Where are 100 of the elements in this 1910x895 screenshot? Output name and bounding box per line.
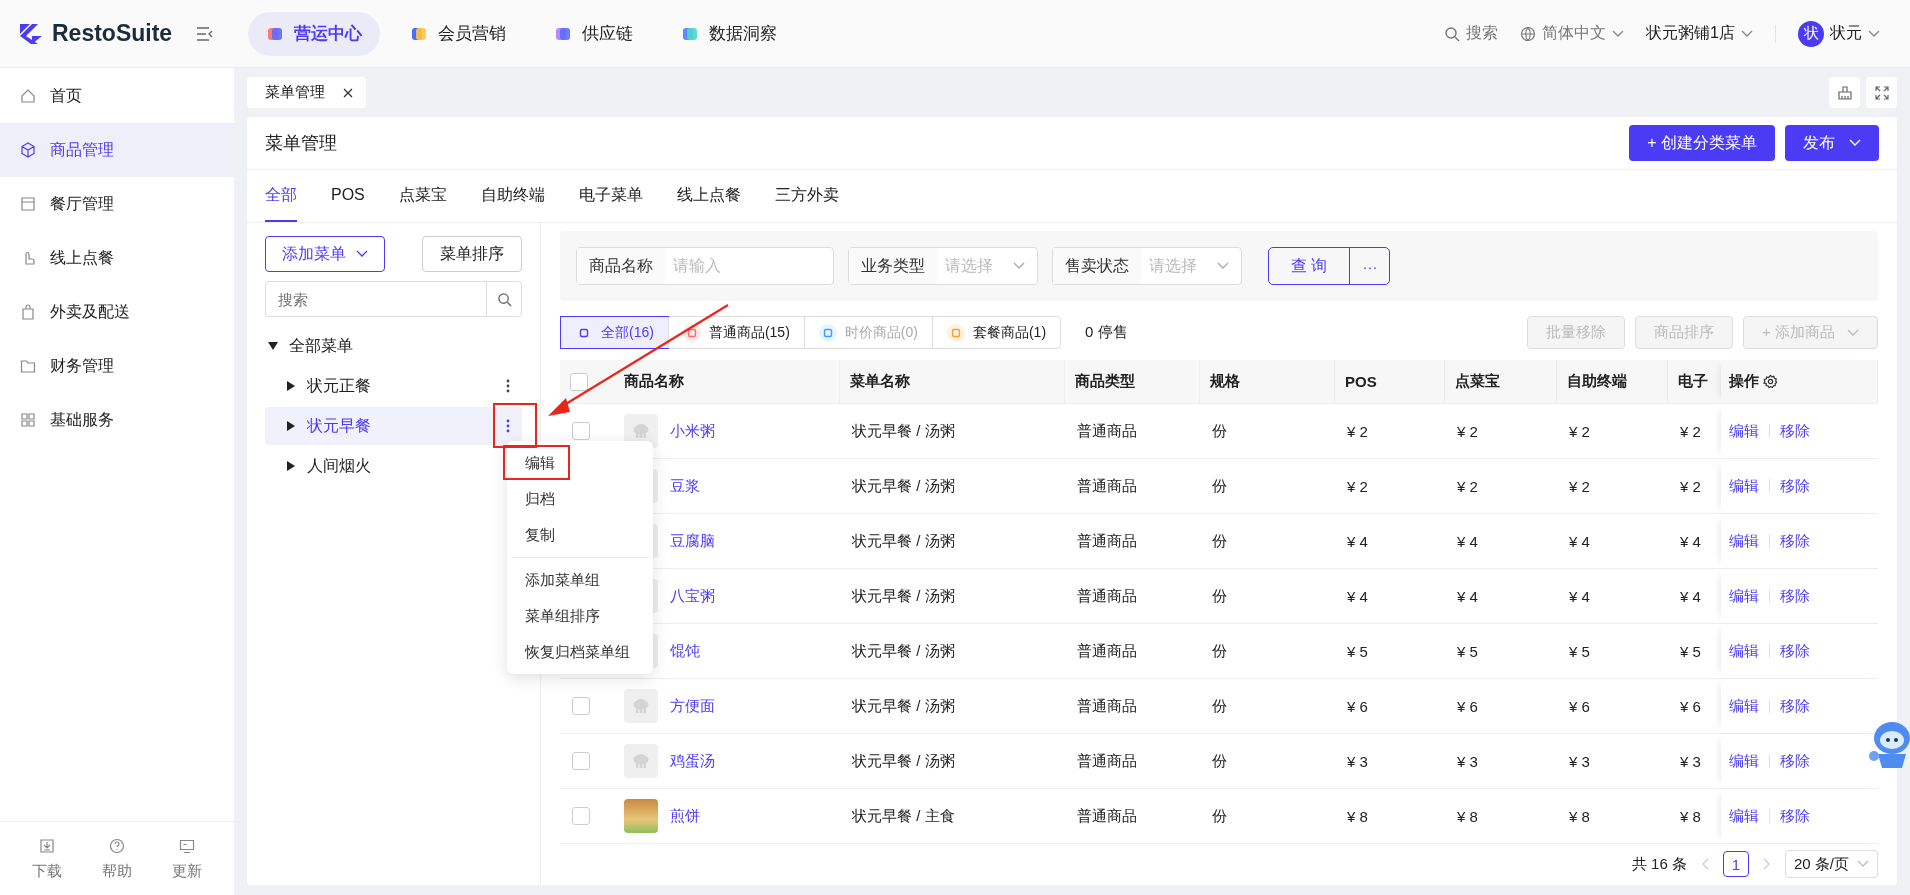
context-menu-item[interactable]: 菜单组排序: [507, 598, 653, 634]
table-cell: ¥ 5: [1680, 642, 1701, 660]
table-cell: ¥ 2: [1457, 422, 1478, 440]
row-checkbox[interactable]: [572, 752, 590, 770]
tree-item[interactable]: 全部菜单: [289, 335, 353, 357]
caret-icon[interactable]: [268, 342, 278, 350]
channel-tab[interactable]: 三方外卖: [774, 170, 839, 222]
product-name-link[interactable]: 小米粥: [670, 421, 715, 441]
row-action-link[interactable]: 编辑: [1729, 641, 1759, 661]
channel-tab[interactable]: 电子菜单: [578, 170, 643, 222]
context-menu-item[interactable]: 恢复归档菜单组: [507, 634, 653, 670]
product-name-link[interactable]: 八宝粥: [670, 586, 715, 606]
fullscreen-icon: [1874, 85, 1889, 100]
create-category-menu-button[interactable]: + 创建分类菜单: [1629, 125, 1775, 161]
user-menu[interactable]: 状元: [1830, 23, 1880, 44]
top-nav-tab[interactable]: 会员营销: [392, 11, 524, 56]
channel-tab[interactable]: 自助终端: [480, 170, 545, 222]
settings-icon[interactable]: [1763, 374, 1778, 389]
table-cell: ¥ 3: [1347, 752, 1368, 770]
sidebar-item[interactable]: 外卖及配送: [0, 285, 234, 339]
row-action-link[interactable]: 移除: [1780, 806, 1810, 826]
more-filters-button[interactable]: ···: [1350, 248, 1390, 284]
sidebar-item[interactable]: 餐厅管理: [0, 177, 234, 231]
caret-icon[interactable]: [287, 421, 295, 431]
type-segment[interactable]: 全部(16): [561, 317, 668, 348]
top-nav-tab[interactable]: 供应链: [536, 11, 651, 56]
row-checkbox[interactable]: [572, 697, 590, 715]
row-action-link[interactable]: 移除: [1780, 696, 1810, 716]
product-name-link[interactable]: 豆腐脑: [670, 531, 715, 551]
clear-cache-button[interactable]: [1829, 77, 1860, 108]
channel-tab[interactable]: 全部: [265, 170, 297, 222]
filter-field[interactable]: 商品名称 请输入: [576, 247, 834, 285]
table-cell: ¥ 6: [1680, 697, 1701, 715]
select-all-checkbox[interactable]: [570, 372, 588, 391]
row-action-link[interactable]: 移除: [1780, 531, 1810, 551]
channel-tab[interactable]: POS: [331, 170, 365, 222]
search-button[interactable]: 搜索: [1444, 23, 1499, 44]
tree-item-row[interactable]: 状元早餐: [265, 407, 522, 445]
fullscreen-button[interactable]: [1866, 77, 1897, 108]
top-nav-tab[interactable]: 数据洞察: [663, 11, 795, 56]
row-action-link[interactable]: 编辑: [1729, 586, 1759, 606]
row-action-link[interactable]: 编辑: [1729, 751, 1759, 771]
sidebar-item[interactable]: 线上点餐: [0, 231, 234, 285]
channel-tab[interactable]: 线上点餐: [676, 170, 741, 222]
menu-icon: [20, 304, 36, 320]
row-action-link[interactable]: 编辑: [1729, 696, 1759, 716]
caret-icon[interactable]: [287, 381, 295, 391]
more-icon[interactable]: [506, 379, 510, 393]
footer-button[interactable]: 帮助: [102, 838, 132, 881]
menu-sort-button[interactable]: 菜单排序: [422, 236, 522, 272]
context-menu-item[interactable]: 添加菜单组: [507, 562, 653, 598]
row-action-link[interactable]: 移除: [1780, 751, 1810, 771]
sidebar-item[interactable]: 首页: [0, 69, 234, 123]
row-action-link[interactable]: 编辑: [1729, 476, 1759, 496]
row-action-link[interactable]: 移除: [1780, 586, 1810, 606]
footer-button[interactable]: 更新: [172, 838, 202, 881]
filter-select[interactable]: 售卖状态 请选择: [1052, 247, 1242, 285]
row-action-link[interactable]: 编辑: [1729, 421, 1759, 441]
sidebar-item[interactable]: 基础服务: [0, 393, 234, 447]
tree-item-row[interactable]: 状元正餐: [265, 367, 522, 405]
product-name-link[interactable]: 煎饼: [670, 806, 700, 826]
row-action-link[interactable]: 移除: [1780, 421, 1810, 441]
type-segment[interactable]: 套餐商品(1): [931, 317, 1061, 348]
filter-select[interactable]: 业务类型 请选择: [848, 247, 1038, 285]
footer-button[interactable]: 下载: [32, 838, 62, 881]
sidebar-item[interactable]: 财务管理: [0, 339, 234, 393]
table-cell: 普通商品: [1077, 641, 1137, 661]
row-action-link[interactable]: 移除: [1780, 641, 1810, 661]
row-checkbox[interactable]: [572, 807, 590, 825]
context-menu-item[interactable]: 复制: [507, 517, 653, 553]
row-checkbox[interactable]: [572, 422, 590, 440]
row-action-link[interactable]: 编辑: [1729, 531, 1759, 551]
page-tab[interactable]: 菜单管理: [247, 77, 366, 108]
table-cell: ¥ 8: [1569, 807, 1590, 825]
page-size-select[interactable]: 20 条/页: [1784, 850, 1878, 878]
query-button[interactable]: 查 询: [1269, 248, 1351, 284]
add-menu-button[interactable]: 添加菜单: [265, 236, 385, 272]
page-button[interactable]: 1: [1722, 851, 1749, 877]
caret-icon[interactable]: [287, 461, 295, 471]
product-name-link[interactable]: 方便面: [670, 696, 715, 716]
user-avatar[interactable]: 状: [1798, 20, 1824, 47]
collapse-menu-icon[interactable]: [196, 26, 214, 41]
product-name-link[interactable]: 馄饨: [670, 641, 700, 661]
search-button[interactable]: [486, 281, 522, 317]
column-header: 商品类型: [1075, 372, 1135, 391]
menu-search-field[interactable]: 搜索: [265, 281, 486, 317]
close-icon[interactable]: [343, 87, 353, 98]
chevron-down-icon: [1741, 29, 1753, 38]
product-name-link[interactable]: 豆浆: [670, 476, 700, 496]
sidebar-item[interactable]: 商品管理: [0, 123, 234, 177]
publish-button[interactable]: 发布: [1785, 125, 1879, 161]
row-action-link[interactable]: 移除: [1780, 476, 1810, 496]
row-action-link[interactable]: 编辑: [1729, 806, 1759, 826]
language-selector[interactable]: 简体中文: [1520, 23, 1625, 44]
type-segment[interactable]: 普通商品(15): [667, 317, 804, 348]
product-name-link[interactable]: 鸡蛋汤: [670, 751, 715, 771]
more-icon[interactable]: [506, 419, 510, 433]
top-nav-tab[interactable]: 营运中心: [248, 11, 380, 56]
channel-tab[interactable]: 点菜宝: [398, 170, 447, 222]
store-selector[interactable]: 状元粥铺1店: [1646, 23, 1753, 44]
